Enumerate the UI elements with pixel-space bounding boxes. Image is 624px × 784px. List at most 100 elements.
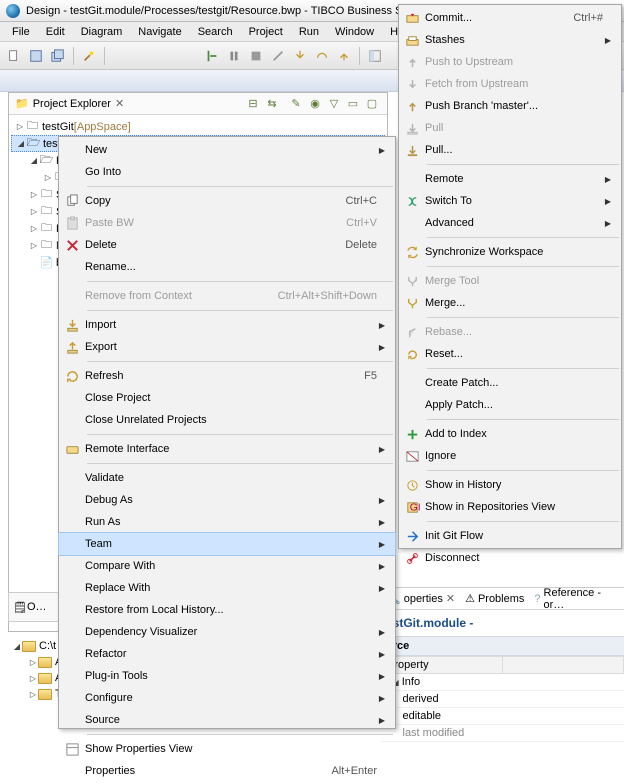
menu-item-label: Ignore	[425, 450, 603, 462]
ctx-compare-with[interactable]: Compare With▶	[59, 555, 395, 577]
focus-icon[interactable]: ◉	[306, 97, 324, 111]
team-advanced[interactable]: Advanced▶	[399, 212, 621, 234]
property-row[interactable]: derived	[381, 691, 503, 708]
stash-icon	[399, 33, 425, 48]
ctx-refactor[interactable]: Refactor▶	[59, 643, 395, 665]
perspective-icon[interactable]	[365, 46, 385, 66]
menu-window[interactable]: Window	[327, 24, 382, 40]
menu-navigate[interactable]: Navigate	[130, 24, 189, 40]
debug-disconnect-icon[interactable]	[268, 46, 288, 66]
team-apply-patch[interactable]: Apply Patch...	[399, 394, 621, 416]
project-explorer-tab-label[interactable]: Project Explorer	[33, 98, 111, 110]
menu-search[interactable]: Search	[190, 24, 241, 40]
view-menu-icon[interactable]: ▽	[325, 97, 343, 111]
save-icon[interactable]	[26, 46, 46, 66]
filter-icon[interactable]: ✎	[287, 97, 305, 111]
team-merge[interactable]: Merge...	[399, 292, 621, 314]
properties-section: urce	[380, 636, 624, 656]
ctx-close-project[interactable]: Close Project	[59, 387, 395, 409]
ctx-export[interactable]: Export▶	[59, 336, 395, 358]
team-show-in-history[interactable]: Show in History	[399, 474, 621, 496]
menu-item-label: Close Project	[85, 392, 377, 404]
new-icon[interactable]	[4, 46, 24, 66]
link-editor-icon[interactable]: ⇆	[263, 97, 281, 111]
ctx-debug-as[interactable]: Debug As▶	[59, 489, 395, 511]
debug-resume-icon[interactable]	[202, 46, 222, 66]
submenu-arrow-icon: ▶	[377, 628, 387, 637]
property-row[interactable]: editable	[381, 708, 503, 725]
ctx-properties[interactable]: PropertiesAlt+Enter	[59, 760, 395, 782]
submenu-arrow-icon: ▶	[377, 694, 387, 703]
team-ignore[interactable]: Ignore	[399, 445, 621, 467]
ctx-plug-in-tools[interactable]: Plug-in Tools▶	[59, 665, 395, 687]
team-commit[interactable]: Commit...Ctrl+#	[399, 7, 621, 29]
team-stashes[interactable]: Stashes▶	[399, 29, 621, 51]
save-all-icon[interactable]	[48, 46, 68, 66]
submenu-arrow-icon: ▶	[377, 445, 387, 454]
team-pull[interactable]: Pull...	[399, 139, 621, 161]
team-synchronize-workspace[interactable]: Synchronize Workspace	[399, 241, 621, 263]
team-push-to-upstream: Push to Upstream	[399, 51, 621, 73]
ctx-go-into[interactable]: Go Into	[59, 161, 395, 183]
outline-label: O…	[27, 601, 47, 613]
ctx-restore-from-local-history[interactable]: Restore from Local History...	[59, 599, 395, 621]
tree-item[interactable]: C:\t	[39, 640, 56, 652]
team-show-in-repositories-view[interactable]: GITShow in Repositories View	[399, 496, 621, 518]
team-create-patch[interactable]: Create Patch...	[399, 372, 621, 394]
property-column-header[interactable]: Property	[381, 657, 503, 674]
step-over-icon[interactable]	[312, 46, 332, 66]
reset-icon	[399, 347, 425, 362]
property-group[interactable]: Info	[402, 676, 420, 688]
ctx-run-as[interactable]: Run As▶	[59, 511, 395, 533]
team-add-to-index[interactable]: Add to Index	[399, 423, 621, 445]
expand-icon[interactable]: ▷	[15, 122, 25, 131]
maximize-icon[interactable]: ▢	[363, 97, 381, 111]
minimize-icon[interactable]: ▭	[344, 97, 362, 111]
fetch-icon	[399, 77, 425, 92]
close-tab-icon[interactable]: ✕	[115, 97, 124, 110]
mergetool-icon	[399, 274, 425, 289]
ctx-rename[interactable]: Rename...	[59, 256, 395, 278]
ctx-copy[interactable]: CopyCtrl+C	[59, 190, 395, 212]
ctx-dependency-visualizer[interactable]: Dependency Visualizer▶	[59, 621, 395, 643]
ctx-delete[interactable]: DeleteDelete	[59, 234, 395, 256]
menu-item-label: Fetch from Upstream	[425, 78, 603, 90]
ctx-show-properties-view[interactable]: Show Properties View	[59, 738, 395, 760]
debug-pause-icon[interactable]	[224, 46, 244, 66]
ctx-close-unrelated-projects[interactable]: Close Unrelated Projects	[59, 409, 395, 431]
team-init-git-flow[interactable]: Init Git Flow	[399, 525, 621, 547]
team-disconnect[interactable]: Disconnect	[399, 547, 621, 569]
ctx-configure[interactable]: Configure▶	[59, 687, 395, 709]
menu-file[interactable]: File	[4, 24, 38, 40]
team-push-branch-master[interactable]: Push Branch 'master'...	[399, 95, 621, 117]
tab-reference[interactable]: ?Reference - or…	[529, 585, 624, 613]
team-reset[interactable]: Reset...	[399, 343, 621, 365]
menu-diagram[interactable]: Diagram	[73, 24, 131, 40]
property-row[interactable]: last modified	[381, 725, 503, 742]
wizard-icon[interactable]	[79, 46, 99, 66]
ctx-team[interactable]: Team▶	[59, 533, 395, 555]
team-remote[interactable]: Remote▶	[399, 168, 621, 190]
ctx-validate[interactable]: Validate	[59, 467, 395, 489]
menu-item-label: New	[85, 144, 377, 156]
ctx-import[interactable]: Import▶	[59, 314, 395, 336]
tab-problems[interactable]: ⚠Problems	[460, 590, 529, 607]
module-icon: 🗁	[26, 137, 41, 150]
ctx-source[interactable]: Source▶	[59, 709, 395, 731]
ctx-replace-with[interactable]: Replace With▶	[59, 577, 395, 599]
debug-stop-icon[interactable]	[246, 46, 266, 66]
menu-item-label: Pull...	[425, 144, 603, 156]
refresh-icon	[59, 369, 85, 384]
menu-edit[interactable]: Edit	[38, 24, 73, 40]
ctx-remote-interface[interactable]: Remote Interface▶	[59, 438, 395, 460]
step-return-icon[interactable]	[334, 46, 354, 66]
ctx-new[interactable]: New▶	[59, 139, 395, 161]
tree-item-testgit[interactable]: testGit	[42, 121, 74, 133]
menu-project[interactable]: Project	[241, 24, 291, 40]
step-into-icon[interactable]	[290, 46, 310, 66]
collapse-icon[interactable]: ◢	[16, 139, 26, 148]
team-switch-to[interactable]: Switch To▶	[399, 190, 621, 212]
collapse-all-icon[interactable]: ⊟	[244, 97, 262, 111]
menu-run[interactable]: Run	[291, 24, 327, 40]
ctx-refresh[interactable]: RefreshF5	[59, 365, 395, 387]
